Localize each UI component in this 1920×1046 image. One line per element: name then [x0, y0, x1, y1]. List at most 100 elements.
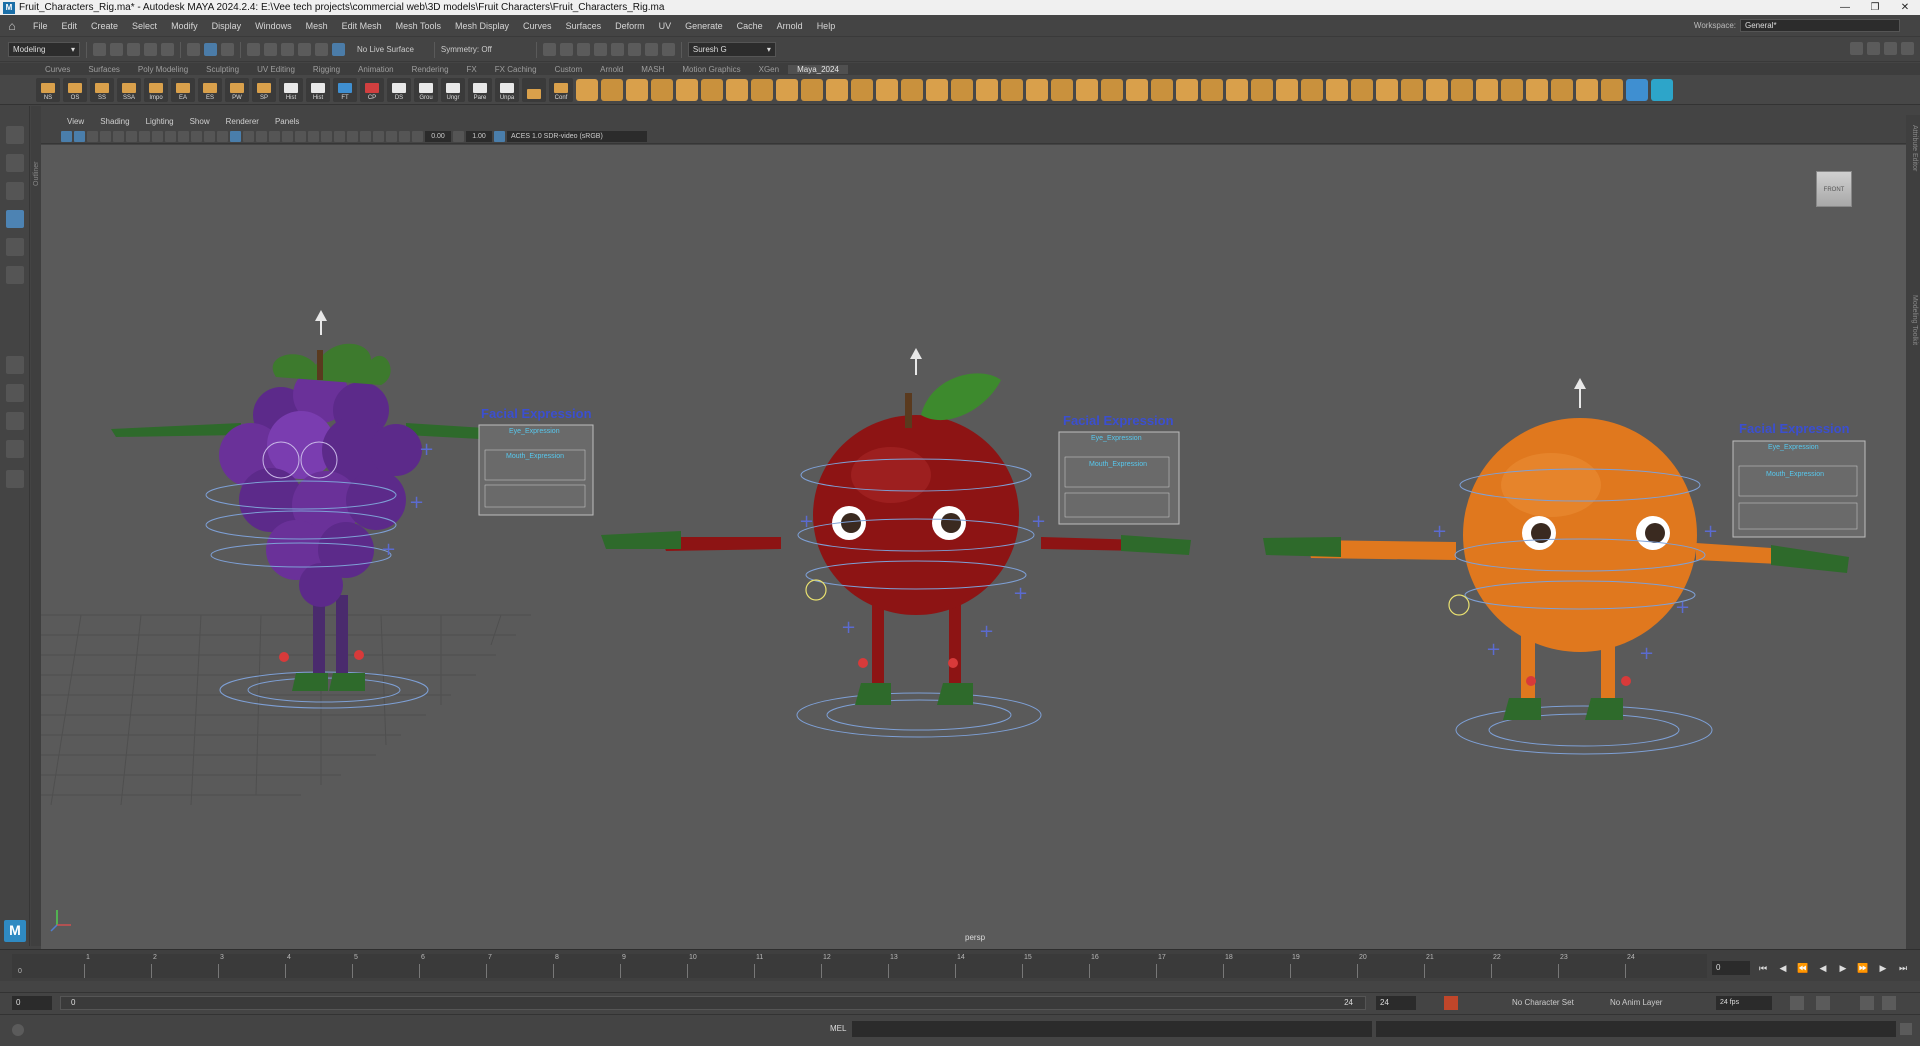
- auto-key-icon[interactable]: [1444, 996, 1458, 1010]
- circularize-icon[interactable]: [1251, 78, 1273, 101]
- shelf-button-grou[interactable]: Grou: [414, 77, 438, 102]
- side-by-side-layout-icon[interactable]: [6, 412, 24, 430]
- exposure-icon[interactable]: [412, 130, 423, 142]
- script-language-button[interactable]: MEL: [830, 1024, 846, 1033]
- home-icon[interactable]: ⌂: [4, 19, 20, 33]
- shelf-button-pw[interactable]: PW: [225, 77, 249, 102]
- connect-icon[interactable]: [1401, 78, 1423, 101]
- select-hierarchy-icon[interactable]: [187, 43, 200, 56]
- planar-map-icon[interactable]: [1576, 78, 1598, 101]
- shadows-icon[interactable]: [308, 130, 319, 142]
- shelf-button-ssa[interactable]: SSA: [117, 77, 141, 102]
- attribute-editor-tab[interactable]: Attribute Editor: [1911, 125, 1918, 171]
- resolution-gate-icon[interactable]: [165, 130, 176, 142]
- open-scene-icon[interactable]: [110, 43, 123, 56]
- menu-edit[interactable]: Edit: [55, 21, 85, 31]
- redo-icon[interactable]: [161, 43, 174, 56]
- pause-icon[interactable]: [661, 43, 675, 56]
- separate-icon[interactable]: [676, 78, 698, 101]
- modeling-toolkit-icon[interactable]: [1850, 42, 1863, 55]
- smooth-icon[interactable]: [901, 78, 923, 101]
- tab-sculpting[interactable]: Sculpting: [197, 65, 248, 74]
- shelf-button-hist-2[interactable]: Hist: [306, 77, 330, 102]
- menu-file[interactable]: File: [26, 21, 55, 31]
- move-tool-icon[interactable]: [6, 210, 24, 228]
- spin-edge-icon[interactable]: [1201, 78, 1223, 101]
- animation-end-field[interactable]: 24: [1376, 996, 1416, 1010]
- bridge-icon[interactable]: [776, 78, 798, 101]
- range-slider[interactable]: 0 24: [60, 996, 1366, 1010]
- boolean-icon[interactable]: [701, 78, 723, 101]
- textured-icon[interactable]: [282, 130, 293, 142]
- xgen-icon[interactable]: [1651, 78, 1673, 101]
- tab-animation[interactable]: Animation: [349, 65, 403, 74]
- shelf-button-os[interactable]: OS: [63, 77, 87, 102]
- shelf-button-hist[interactable]: Hist: [279, 77, 303, 102]
- film-gate-icon[interactable]: [152, 130, 163, 142]
- triangulate-icon[interactable]: [951, 78, 973, 101]
- loop-icon[interactable]: [1790, 996, 1804, 1010]
- step-back-frame-icon[interactable]: ◀: [1776, 961, 1790, 975]
- lasso-tool-icon[interactable]: [6, 154, 24, 172]
- tab-fx-caching[interactable]: FX Caching: [486, 65, 546, 74]
- combine-icon[interactable]: [651, 78, 673, 101]
- shelf-button-unpa[interactable]: Unpa: [495, 77, 519, 102]
- poly-cube-icon[interactable]: [576, 78, 598, 101]
- average-vertices-icon[interactable]: [1501, 78, 1523, 101]
- wireframe-on-shaded-icon[interactable]: [269, 130, 280, 142]
- menu-mesh[interactable]: Mesh: [299, 21, 335, 31]
- menu-cache[interactable]: Cache: [730, 21, 770, 31]
- scale-tool-icon[interactable]: [6, 266, 24, 284]
- slide-edge-icon[interactable]: [1101, 78, 1123, 101]
- right-panel-strip[interactable]: Attribute Editor Modeling Toolkit: [1906, 115, 1920, 949]
- merge-icon[interactable]: [801, 78, 823, 101]
- wireframe-icon[interactable]: [230, 130, 241, 142]
- tab-motion-graphics[interactable]: Motion Graphics: [673, 65, 749, 74]
- extract-icon[interactable]: [1326, 78, 1348, 101]
- image-plane-icon[interactable]: [100, 130, 111, 142]
- quadrangulate-icon[interactable]: [976, 78, 998, 101]
- field-chart-icon[interactable]: [191, 130, 202, 142]
- bookmark-icon[interactable]: [87, 130, 98, 142]
- flip-edge-icon[interactable]: [1226, 78, 1248, 101]
- render-settings-icon[interactable]: [576, 43, 590, 56]
- channel-box-icon[interactable]: [1901, 42, 1914, 55]
- color-management-icon[interactable]: [494, 130, 505, 142]
- paint-select-tool-icon[interactable]: [6, 182, 24, 200]
- arnold-ipr-icon[interactable]: [644, 43, 658, 56]
- tab-rigging[interactable]: Rigging: [304, 65, 349, 74]
- go-to-end-icon[interactable]: ⏭: [1896, 961, 1910, 975]
- play-forwards-icon[interactable]: ▶: [1836, 961, 1850, 975]
- tab-poly-modeling[interactable]: Poly Modeling: [129, 65, 197, 74]
- offset-loop-icon[interactable]: [1426, 78, 1448, 101]
- timeline-ruler[interactable]: 0 1 2 3 4 5 6 7 8 9 10 11 12 13 14 15 16…: [12, 954, 1707, 978]
- menu-set-dropdown[interactable]: Modeling ▾: [8, 42, 80, 57]
- menu-surfaces[interactable]: Surfaces: [559, 21, 609, 31]
- single-perspective-layout-icon[interactable]: [6, 356, 24, 374]
- modeling-toolkit-tab[interactable]: Modeling Toolkit: [1911, 295, 1918, 345]
- gate-mask-icon[interactable]: [178, 130, 189, 142]
- depth-of-field-icon[interactable]: [360, 130, 371, 142]
- shelf-button-ungr[interactable]: Ungr: [441, 77, 465, 102]
- gamma-field[interactable]: 1.00: [466, 130, 492, 142]
- uv-editor-icon[interactable]: [1551, 78, 1573, 101]
- fps-dropdown[interactable]: 24 fps: [1716, 996, 1772, 1010]
- shelf-button-impo[interactable]: Impo: [144, 77, 168, 102]
- grease-pencil-icon[interactable]: [126, 130, 137, 142]
- outliner-collapsed-strip[interactable]: Outliner: [31, 106, 41, 946]
- panel-menu-view[interactable]: View: [59, 117, 92, 126]
- motion-blur-icon[interactable]: [334, 130, 345, 142]
- safe-action-icon[interactable]: [204, 130, 215, 142]
- camera-attributes-icon[interactable]: [74, 130, 85, 142]
- select-object-icon[interactable]: [204, 43, 217, 56]
- play-backwards-icon[interactable]: ◀: [1816, 961, 1830, 975]
- sound-icon[interactable]: [1860, 996, 1874, 1010]
- snap-point-icon[interactable]: [281, 43, 294, 56]
- automatic-map-icon[interactable]: [1601, 78, 1623, 101]
- facial-expression-board[interactable]: [1732, 440, 1866, 538]
- panel-menu-renderer[interactable]: Renderer: [218, 117, 267, 126]
- current-frame-field[interactable]: 0: [1712, 961, 1750, 975]
- tool-settings-icon[interactable]: [1884, 42, 1897, 55]
- paint-weights-icon[interactable]: [1626, 78, 1648, 101]
- mirror-icon[interactable]: [926, 78, 948, 101]
